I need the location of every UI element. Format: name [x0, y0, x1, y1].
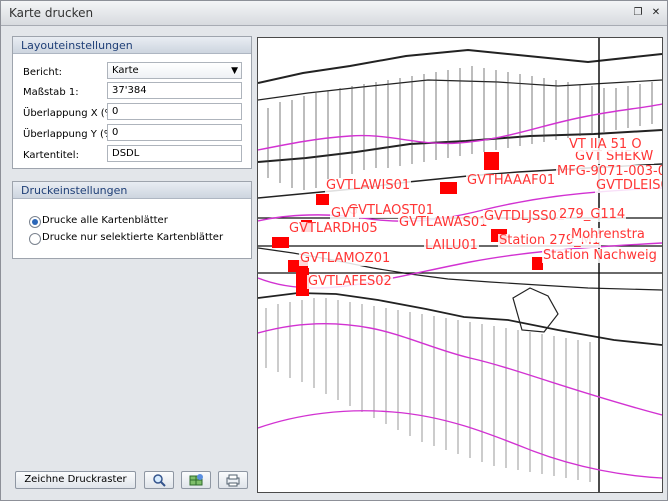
- map-label: Mohrenstra: [570, 227, 646, 242]
- print-all-radio[interactable]: [29, 216, 41, 228]
- map-label: GVTDLEIS03: [595, 179, 662, 193]
- print-all-label[interactable]: Drucke alle Kartenblätter: [42, 215, 168, 226]
- red-feature: [272, 237, 289, 248]
- print-button[interactable]: [218, 471, 248, 489]
- red-feature: [484, 152, 499, 170]
- scale-input[interactable]: 37'384: [107, 82, 242, 99]
- layout-settings-title: Layouteinstellungen: [21, 39, 133, 52]
- red-feature: [316, 194, 329, 205]
- red-feature: [440, 182, 457, 194]
- map-label: GVTLAWIS01: [325, 178, 412, 193]
- restore-icon[interactable]: ❐: [631, 6, 645, 19]
- map-label: GVTDLJSS01: [483, 209, 567, 224]
- zoom-button[interactable]: [144, 471, 174, 489]
- report-label: Bericht:: [23, 67, 63, 78]
- refresh-grid-button[interactable]: [181, 471, 211, 489]
- print-settings-header: Druckeinstellungen: [13, 182, 251, 199]
- print-settings-group: Druckeinstellungen Drucke alle Kartenblä…: [12, 181, 252, 259]
- map-label: 279_G114: [558, 207, 627, 222]
- map-title-label: Kartentitel:: [23, 150, 79, 161]
- close-icon[interactable]: ✕: [649, 6, 663, 19]
- printer-icon: [226, 474, 240, 487]
- map-preview[interactable]: GVTLAWIS01 GVTHAAAF01 GVTLAOST01 GVTLAWA…: [257, 37, 663, 493]
- grid-refresh-icon: [189, 474, 203, 486]
- print-selected-label[interactable]: Drucke nur selektierte Kartenblätter: [42, 232, 223, 243]
- title-bar: Karte drucken ❐ ✕: [1, 1, 667, 26]
- layout-settings-group: Layouteinstellungen Bericht: Karte ▼ Maßs…: [12, 36, 252, 169]
- report-select[interactable]: Karte ▼: [107, 62, 242, 79]
- map-label: MFG-9071-003-0: [556, 165, 662, 179]
- scale-label: Maßstab 1:: [23, 87, 79, 98]
- print-selected-radio[interactable]: [29, 233, 41, 245]
- magnifier-icon: [153, 474, 166, 487]
- overlap-y-input[interactable]: 0: [107, 124, 242, 141]
- map-label: LAILU01: [424, 238, 479, 253]
- chevron-down-icon[interactable]: ▼: [231, 64, 238, 78]
- print-map-dialog: Karte drucken ❐ ✕ Layouteinstellungen Be…: [0, 0, 668, 501]
- report-selected-value: Karte: [112, 65, 139, 76]
- map-label: GVTLARDH05: [288, 221, 379, 236]
- map-label: Station Nachweig: [542, 248, 658, 263]
- draw-print-grid-button[interactable]: Zeichne Druckraster: [15, 471, 136, 489]
- map-label: GVT: [330, 206, 359, 221]
- print-settings-title: Druckeinstellungen: [21, 184, 128, 197]
- layout-settings-header: Layouteinstellungen: [13, 37, 251, 54]
- map-label: GVTHAAAF01: [466, 173, 557, 188]
- map-label: GVTLAFES02: [307, 274, 393, 289]
- map-label: GVTLAMOZ01: [299, 251, 392, 266]
- map-label: GVTLAWAS01: [398, 215, 489, 230]
- map-label: VT IIA 51 O: [568, 137, 643, 152]
- map-label: GVT SHEKW: [574, 149, 655, 164]
- overlap-x-input[interactable]: 0: [107, 103, 242, 120]
- map-title-input[interactable]: DSDL: [107, 145, 242, 162]
- window-title: Karte drucken: [9, 6, 94, 20]
